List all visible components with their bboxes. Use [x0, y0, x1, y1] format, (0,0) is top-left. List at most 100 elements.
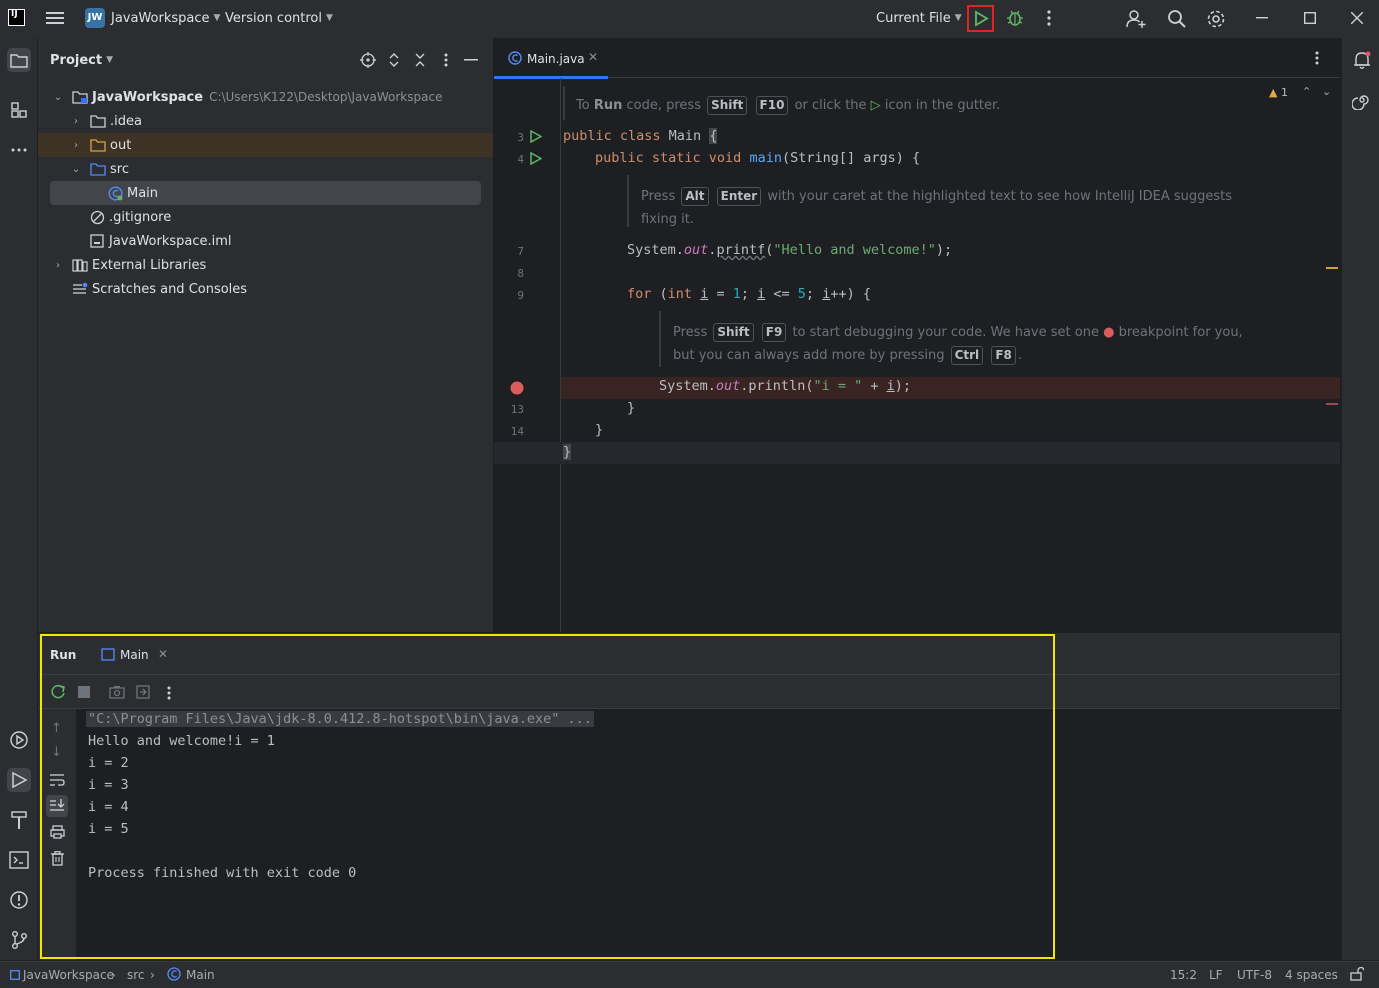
- exit-icon[interactable]: [136, 685, 150, 699]
- project-selector[interactable]: JavaWorkspace ▼: [111, 11, 220, 26]
- hide-panel-icon[interactable]: [464, 59, 478, 61]
- doc-text: To: [576, 98, 590, 113]
- run-gutter-icon[interactable]: [530, 152, 542, 165]
- key-badge: Shift: [707, 96, 748, 115]
- tree-item-gitignore[interactable]: .gitignore: [38, 205, 493, 229]
- run-config-selector[interactable]: Current File ▼: [876, 11, 962, 26]
- problems-icon[interactable]: [7, 888, 31, 912]
- line-number: 14: [510, 425, 524, 438]
- tree-item-src[interactable]: ⌄ src: [38, 157, 493, 181]
- close-run-tab-icon[interactable]: ✕: [158, 647, 168, 661]
- scroll-to-end-icon[interactable]: [46, 795, 68, 817]
- tree-item-javaworkspace[interactable]: ⌄ JavaWorkspace C:\Users\K122\Desktop\Ja…: [38, 85, 493, 109]
- stop-icon[interactable]: [78, 686, 90, 698]
- search-icon[interactable]: [1167, 9, 1187, 29]
- services-icon[interactable]: [7, 728, 31, 752]
- project-panel-title[interactable]: Project ▼: [50, 53, 113, 68]
- doc-text: to start debugging your code. We have se…: [792, 325, 1099, 340]
- doc-text: code, press: [626, 98, 701, 113]
- doc-text: Press: [673, 325, 708, 340]
- close-tab-icon[interactable]: ✕: [588, 50, 598, 64]
- tree-item-scratches[interactable]: Scratches and Consoles: [38, 277, 493, 301]
- tree-item-idea[interactable]: › .idea: [38, 109, 493, 133]
- tree-item-out[interactable]: › out: [38, 133, 493, 157]
- line-number: 3: [517, 131, 524, 144]
- maximize-icon[interactable]: [1304, 12, 1316, 24]
- settings-gear-icon[interactable]: [1206, 9, 1226, 29]
- code-line: public static void main(String[] args) {: [595, 150, 921, 166]
- tree-item-external-libraries[interactable]: › External Libraries: [38, 253, 493, 277]
- lock-icon[interactable]: [1350, 967, 1364, 981]
- breakpoint-stripe[interactable]: [1326, 403, 1338, 405]
- run-config-tab-icon: [101, 648, 115, 661]
- doc-comment-run: To Run code, press Shift F10 or click th…: [576, 94, 1000, 117]
- previous-highlight-icon[interactable]: ⌃: [1302, 85, 1311, 98]
- ai-assistant-spiral-icon[interactable]: [1352, 90, 1372, 110]
- rerun-icon[interactable]: [50, 684, 66, 700]
- git-branch-icon[interactable]: [7, 928, 31, 952]
- chevron-right-icon: ›: [74, 139, 78, 151]
- locate-file-icon[interactable]: [360, 52, 376, 68]
- camera-snapshot-icon[interactable]: [109, 685, 125, 699]
- trash-icon[interactable]: [51, 851, 64, 866]
- more-tools-icon[interactable]: [7, 138, 31, 162]
- breadcrumb-src[interactable]: src: [127, 968, 145, 982]
- file-encoding[interactable]: UTF-8: [1237, 968, 1272, 982]
- tree-label: JavaWorkspace: [92, 89, 204, 105]
- minimize-icon[interactable]: [1256, 17, 1268, 19]
- run-side-toolbar: ↑ ↓: [38, 709, 76, 960]
- print-icon[interactable]: [50, 825, 65, 839]
- soft-wrap-icon[interactable]: [49, 773, 65, 787]
- module-icon: [10, 970, 20, 980]
- debug-button[interactable]: [1006, 9, 1024, 27]
- key-badge: Shift: [713, 323, 754, 342]
- terminal-icon[interactable]: [7, 848, 31, 872]
- next-highlight-icon[interactable]: ⌄: [1322, 85, 1331, 98]
- breakpoint-icon[interactable]: [510, 381, 524, 395]
- add-user-icon[interactable]: [1126, 9, 1146, 29]
- editor-options-icon[interactable]: [1313, 50, 1321, 66]
- more-actions-icon[interactable]: [1041, 9, 1057, 27]
- scroll-up-icon[interactable]: ↑: [51, 721, 62, 736]
- indent-setting[interactable]: 4 spaces: [1285, 968, 1338, 982]
- run-icon: [975, 10, 989, 27]
- caret-position[interactable]: 15:2: [1170, 968, 1197, 982]
- breakpoint-dot-icon: ●: [1103, 325, 1115, 340]
- inspection-widget[interactable]: ▲ 1: [1269, 86, 1288, 99]
- structure-icon[interactable]: [7, 98, 31, 122]
- doc-comment-debug: Press Shift F9 to start debugging your c…: [673, 321, 1273, 367]
- project-title-label: Project: [50, 53, 103, 68]
- gutter-separator: [560, 78, 561, 632]
- scroll-down-icon[interactable]: ↓: [51, 745, 62, 760]
- code-editor[interactable]: Main.java ✕ ▲ 1 ⌃ ⌄ To Run code, press S…: [494, 38, 1340, 632]
- tree-label: .idea: [110, 113, 142, 129]
- options-icon[interactable]: [440, 52, 452, 68]
- run-tab-label[interactable]: Main: [120, 648, 149, 662]
- notifications-bell-icon[interactable]: [1352, 50, 1372, 70]
- line-separator[interactable]: LF: [1209, 968, 1223, 982]
- run-tool-icon[interactable]: [7, 768, 31, 792]
- project-badge[interactable]: JW: [85, 8, 105, 28]
- breadcrumb-project[interactable]: JavaWorkspace: [23, 968, 114, 982]
- java-class-icon: [508, 51, 522, 65]
- breadcrumb-main[interactable]: Main: [186, 968, 215, 982]
- warning-stripe[interactable]: [1326, 267, 1338, 269]
- collapse-all-icon[interactable]: [414, 52, 426, 68]
- expand-all-icon[interactable]: [388, 52, 400, 68]
- tree-item-main[interactable]: Main: [50, 181, 481, 205]
- run-button[interactable]: [967, 5, 994, 32]
- build-hammer-icon[interactable]: [7, 808, 31, 832]
- tree-item-iml[interactable]: JavaWorkspace.iml: [38, 229, 493, 253]
- more-options-icon[interactable]: [165, 685, 173, 701]
- tab-main-java[interactable]: Main.java ✕: [494, 38, 608, 79]
- project-tool-folder-icon[interactable]: [7, 48, 31, 72]
- scratches-icon: [72, 282, 88, 296]
- main-menu-icon[interactable]: [46, 10, 64, 26]
- vcs-selector[interactable]: Version control ▼: [225, 11, 333, 26]
- doc-text: fixing it.: [641, 212, 694, 227]
- current-line-highlight: [494, 442, 1340, 464]
- run-gutter-icon[interactable]: [530, 130, 542, 143]
- close-icon[interactable]: [1351, 12, 1363, 24]
- tree-label: JavaWorkspace.iml: [109, 233, 232, 249]
- tab-label: Main.java: [527, 52, 585, 66]
